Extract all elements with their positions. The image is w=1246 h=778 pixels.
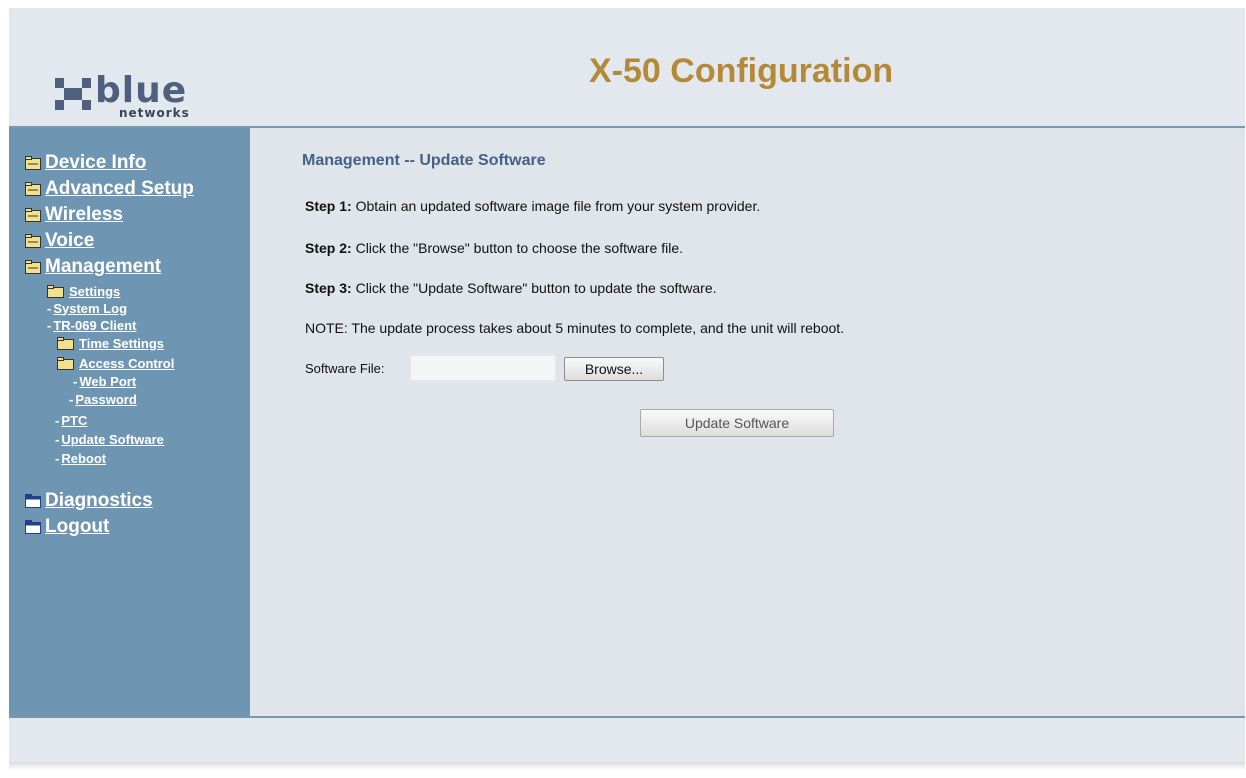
step-label: Step 2: (305, 240, 352, 256)
sidebar-subitem-ptc[interactable]: - PTC (55, 411, 87, 429)
sidebar-subitem-label: PTC (61, 412, 88, 428)
sidebar-subitem-label: System Log (53, 300, 128, 316)
logo-subtitle: networks (119, 106, 190, 120)
sidebar-subitem-web-port[interactable]: - Web Port (73, 372, 136, 390)
sidebar-item-wireless[interactable]: Wireless (25, 204, 123, 226)
sidebar-subitem-access-control[interactable]: Access Control (57, 354, 174, 372)
software-file-label: Software File: (305, 361, 385, 376)
sidebar-subitem-label: Web Port (79, 373, 137, 389)
sidebar-subitem-time-settings[interactable]: Time Settings (57, 334, 164, 352)
browse-button[interactable]: Browse... (564, 357, 664, 381)
header: blue networks X-50 Configuration (9, 8, 1245, 128)
sidebar-subitem-reboot[interactable]: - Reboot (55, 449, 106, 467)
footer (9, 716, 1245, 768)
software-file-input[interactable] (410, 355, 556, 381)
folder-closed-icon (25, 520, 41, 534)
page-frame: blue networks X-50 Configuration Device … (9, 8, 1245, 768)
folder-icon (57, 356, 74, 370)
sidebar-subitem-label: Settings (69, 283, 121, 299)
sidebar-item-label: Logout (45, 516, 110, 537)
step-2: Step 2: Click the "Browse" button to cho… (305, 240, 683, 256)
x-logo-icon (55, 78, 91, 110)
sidebar-item-voice[interactable]: Voice (25, 230, 94, 252)
main-content: Management -- Update Software Step 1: Ob… (250, 128, 1245, 716)
sidebar-item-label: Advanced Setup (45, 178, 194, 199)
sidebar-subitem-tr069-client[interactable]: - TR-069 Client (47, 316, 136, 334)
sidebar-item-device-info[interactable]: Device Info (25, 152, 146, 174)
sidebar-subitem-label: Time Settings (79, 335, 165, 351)
sidebar-subitem-label: Password (75, 391, 137, 407)
folder-open-icon (25, 260, 41, 274)
sidebar-item-label: Management (45, 256, 162, 277)
sidebar-item-label: Diagnostics (45, 490, 153, 511)
bullet-dash: - (55, 431, 60, 447)
sidebar-subitem-settings[interactable]: Settings (47, 282, 120, 300)
sidebar-subitem-system-log[interactable]: - System Log (47, 299, 127, 317)
sidebar: Device Info Advanced Setup Wireless Voic… (9, 128, 250, 716)
step-3: Step 3: Click the "Update Software" butt… (305, 280, 717, 296)
bullet-dash: - (73, 373, 78, 389)
sidebar-item-advanced-setup[interactable]: Advanced Setup (25, 178, 194, 200)
sidebar-subitem-update-software[interactable]: - Update Software (55, 430, 164, 448)
sidebar-subitem-label: Reboot (61, 450, 107, 466)
sidebar-item-label: Device Info (45, 152, 147, 173)
bottom-shadow (9, 762, 1245, 770)
folder-icon (57, 336, 74, 350)
sidebar-subitem-label: Update Software (61, 431, 164, 447)
sidebar-item-label: Wireless (45, 204, 123, 225)
folder-icon (25, 208, 41, 222)
folder-icon (47, 284, 64, 298)
folder-closed-icon (25, 494, 41, 508)
sidebar-subitem-password[interactable]: - Password (69, 390, 137, 408)
step-text: Obtain an updated software image file fr… (351, 198, 761, 214)
folder-icon (25, 156, 41, 170)
logo: blue networks (55, 70, 225, 120)
bullet-dash: - (47, 300, 52, 316)
sidebar-item-label: Voice (45, 230, 95, 251)
logo-word: blue (95, 70, 188, 111)
sidebar-item-diagnostics[interactable]: Diagnostics (25, 490, 153, 512)
bullet-dash: - (55, 412, 60, 428)
bullet-dash: - (69, 391, 74, 407)
step-label: Step 3: (305, 280, 352, 296)
update-software-button[interactable]: Update Software (640, 409, 834, 437)
step-text: Click the "Update Software" button to up… (351, 280, 717, 296)
sidebar-item-logout[interactable]: Logout (25, 516, 109, 538)
sidebar-item-management[interactable]: Management (25, 256, 161, 278)
folder-icon (25, 234, 41, 248)
section-heading: Management -- Update Software (302, 152, 546, 169)
note-text: NOTE: The update process takes about 5 m… (305, 320, 845, 336)
bullet-dash: - (47, 317, 52, 333)
step-1: Step 1: Obtain an updated software image… (305, 198, 760, 214)
step-label: Step 1: (305, 198, 352, 214)
step-text: Click the "Browse" button to choose the … (351, 240, 684, 256)
page-title: X-50 Configuration (589, 52, 894, 90)
bullet-dash: - (55, 450, 60, 466)
sidebar-subitem-label: TR-069 Client (53, 317, 137, 333)
sidebar-subitem-label: Access Control (79, 355, 175, 371)
folder-icon (25, 182, 41, 196)
